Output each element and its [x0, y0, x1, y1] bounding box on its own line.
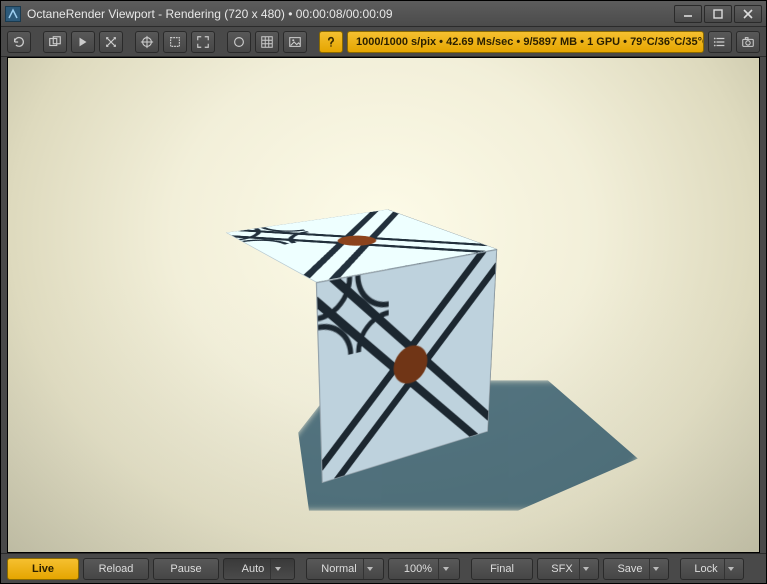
app-icon	[5, 6, 21, 22]
zoom-button[interactable]: 100%	[388, 558, 460, 580]
pause-button[interactable]: Pause	[153, 558, 219, 580]
crossed-arrows-icon[interactable]	[99, 31, 123, 53]
sfx-button[interactable]: SFX	[537, 558, 599, 580]
reload-label: Reload	[99, 563, 134, 575]
target-icon[interactable]	[135, 31, 159, 53]
maximize-button[interactable]	[704, 5, 732, 23]
render-status: 1000/1000 s/pix • 42.69 Ms/sec • 9/5897 …	[347, 31, 704, 53]
chevron-down-icon[interactable]	[363, 559, 377, 579]
final-label: Final	[490, 563, 514, 575]
chevron-down-icon[interactable]	[579, 559, 593, 579]
save-label: Save	[617, 563, 642, 575]
arrow-right-icon[interactable]	[71, 31, 95, 53]
minimize-button[interactable]	[674, 5, 702, 23]
lock-button[interactable]: Lock	[680, 558, 744, 580]
chevron-down-icon[interactable]	[724, 559, 738, 579]
help-icon[interactable]	[319, 31, 343, 53]
boundingbox-icon[interactable]	[163, 31, 187, 53]
auto-label: Auto	[242, 563, 265, 575]
render-viewport[interactable]	[7, 57, 760, 553]
list-icon[interactable]	[708, 31, 732, 53]
close-button[interactable]	[734, 5, 762, 23]
camera-icon[interactable]	[736, 31, 760, 53]
save-button[interactable]: Save	[603, 558, 669, 580]
pause-label: Pause	[170, 563, 201, 575]
app-window: OctaneRender Viewport - Rendering (720 x…	[0, 0, 767, 584]
cube-face-front	[316, 249, 497, 483]
render-background	[8, 58, 759, 552]
top-toolbar: 1000/1000 s/pix • 42.69 Ms/sec • 9/5897 …	[1, 27, 766, 57]
chevron-down-icon[interactable]	[438, 559, 452, 579]
window-controls	[674, 5, 762, 23]
final-button[interactable]: Final	[471, 558, 533, 580]
cube-object	[243, 198, 523, 498]
chevron-down-icon[interactable]	[649, 559, 663, 579]
lock-label: Lock	[694, 563, 717, 575]
normal-label: Normal	[321, 563, 356, 575]
record-icon[interactable]	[227, 31, 251, 53]
chevron-down-icon[interactable]	[270, 559, 284, 579]
reload-button[interactable]: Reload	[83, 558, 149, 580]
auto-button[interactable]: Auto	[223, 558, 295, 580]
refresh-icon[interactable]	[7, 31, 31, 53]
zoom-label: 100%	[404, 563, 432, 575]
picture-icon[interactable]	[283, 31, 307, 53]
live-label: Live	[32, 563, 54, 575]
sfx-label: SFX	[551, 563, 572, 575]
window-title: OctaneRender Viewport - Rendering (720 x…	[27, 7, 674, 21]
clone-window-icon[interactable]	[43, 31, 67, 53]
live-button[interactable]: Live	[7, 558, 79, 580]
bottom-toolbar: Live Reload Pause Auto Normal 100% Final…	[1, 553, 766, 583]
normal-button[interactable]: Normal	[306, 558, 384, 580]
fullscreen-icon[interactable]	[191, 31, 215, 53]
titlebar: OctaneRender Viewport - Rendering (720 x…	[1, 1, 766, 27]
grid-icon[interactable]	[255, 31, 279, 53]
